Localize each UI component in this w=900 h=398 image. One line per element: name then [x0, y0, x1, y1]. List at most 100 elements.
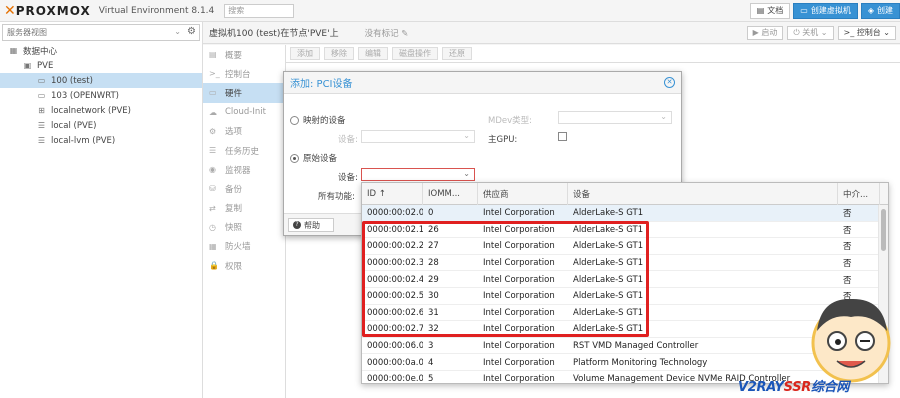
primary-gpu-checkbox[interactable]	[558, 132, 567, 141]
remove-button[interactable]: 移除	[324, 47, 354, 60]
view-selector-label: 服务器视图	[7, 28, 47, 37]
table-cell: 否	[843, 275, 852, 286]
watermark-prefix: V2RAY	[738, 380, 784, 395]
tree-item[interactable]: ▭ 103 (OPENWRT)	[0, 88, 202, 103]
menu-item[interactable]: ☰ 任务历史	[203, 141, 285, 160]
replication-icon: ⇄	[209, 203, 216, 213]
column-header[interactable]: 供应商	[478, 183, 568, 205]
top-bar: ✕ PROXMOX Virtual Environment 8.1.4 搜索 ▤…	[0, 0, 900, 22]
table-cell: 0000:00:0a.0	[367, 357, 423, 368]
shutdown-label: 关机	[802, 28, 819, 37]
tree-item-label: 100 (test)	[51, 75, 93, 86]
column-header[interactable]: IOMM...	[423, 183, 478, 205]
menu-item[interactable]: ▤ 概要	[203, 45, 285, 64]
grid-header: ID ↑ IOMM... 供应商 设备 中介...	[362, 183, 888, 205]
menu-item-label: 选项	[225, 127, 243, 138]
menu-item[interactable]: 🔒 权限	[203, 256, 285, 275]
close-icon[interactable]: ✕	[664, 77, 675, 88]
table-row[interactable]: 0000:00:02.0 0 Intel Corporation AlderLake-…	[362, 205, 888, 222]
raw-device-radio[interactable]: 原始设备	[290, 152, 337, 164]
create-ct-button[interactable]: ◈ 创建	[860, 3, 900, 19]
create-ct-label: 创建	[877, 6, 893, 15]
tree-item[interactable]: ▭ 100 (test)	[0, 73, 202, 88]
mapped-device-label: 映射的设备	[303, 116, 346, 126]
network-icon: ⊞	[38, 106, 45, 115]
menu-item[interactable]: >_ 控制台	[203, 64, 285, 83]
options-icon: ⚙	[209, 126, 217, 136]
summary-icon: ▤	[209, 50, 217, 60]
add-button[interactable]: 添加	[290, 47, 320, 60]
dialog-title: 添加: PCI设备	[284, 72, 681, 94]
tree-item[interactable]: ▦ 数据中心	[0, 43, 202, 58]
logo-text: PROXMOX	[15, 3, 91, 18]
tree-item-label: local-lvm (PVE)	[51, 135, 116, 146]
no-tags-label[interactable]: 没有标记 ✎	[365, 27, 409, 39]
no-tags-text: 没有标记	[364, 28, 399, 39]
menu-item[interactable]: ▭ 硬件	[203, 83, 285, 103]
disk-action-button[interactable]: 磁盘操作	[392, 47, 438, 60]
table-cell: Intel Corporation	[483, 341, 555, 352]
monitor-icon: ▭	[800, 6, 808, 15]
tree-item[interactable]: ⊞ localnetwork (PVE)	[0, 103, 202, 118]
storage-icon: ☰	[37, 121, 46, 130]
shutdown-button[interactable]: ⏻ 关机 ⌄	[787, 26, 834, 40]
console-icon: >_	[209, 69, 220, 79]
view-selector[interactable]: 服务器视图 ⌄ ⚙	[2, 24, 200, 41]
docs-label: 文档	[767, 6, 784, 15]
help-label: 帮助	[304, 220, 320, 230]
mapped-device-radio[interactable]: 映射的设备	[290, 114, 346, 126]
menu-item[interactable]: ▦ 防火墙	[203, 237, 285, 256]
console-button[interactable]: >_ 控制台 ⌄	[837, 26, 896, 40]
pencil-icon: ✎	[401, 28, 409, 39]
create-vm-label: 创建虚拟机	[810, 6, 851, 15]
menu-item[interactable]: ⚙ 选项	[203, 122, 285, 141]
mapped-device-select[interactable]: ⌄	[361, 130, 475, 143]
menu-item-label: 复制	[225, 204, 243, 215]
column-header[interactable]: 设备	[568, 183, 838, 205]
scrollbar-thumb[interactable]	[881, 209, 886, 251]
column-header[interactable]: ID ↑	[362, 183, 423, 205]
search-input[interactable]: 搜索	[224, 3, 295, 18]
raw-device-field-label: 设备:	[338, 173, 358, 183]
menu-item-label: 监视器	[225, 165, 251, 176]
menu-item[interactable]: ⛁ 备份	[203, 179, 285, 198]
create-vm-button[interactable]: ▭ 创建虚拟机	[793, 3, 858, 19]
proxmox-logo: ✕ PROXMOX	[4, 3, 91, 19]
table-cell: 5	[428, 374, 434, 384]
table-cell: 否	[843, 209, 852, 220]
gear-icon[interactable]: ⚙	[187, 26, 196, 37]
table-cell: 否	[843, 225, 852, 236]
chevron-down-icon: ⌄	[463, 169, 470, 178]
table-cell: 0000:00:02.0	[367, 208, 423, 219]
table-cell: Intel Corporation	[483, 374, 555, 384]
revert-button[interactable]: 还原	[442, 47, 472, 60]
terminal-icon: >_	[843, 28, 855, 37]
monitor-icon: ◉	[209, 165, 216, 175]
chevron-down-icon: ⌄	[463, 131, 470, 140]
menu-item[interactable]: ◷ 快照	[203, 218, 285, 237]
column-header[interactable]: 中介...	[838, 183, 880, 205]
table-cell: 3	[428, 341, 434, 352]
tree-item[interactable]: ☰ local (PVE)	[0, 118, 202, 133]
mdev-type-select[interactable]: ⌄	[558, 111, 672, 124]
vm-icon: ▭	[37, 76, 46, 85]
docs-button[interactable]: ▤ 文档	[749, 3, 791, 19]
permissions-icon: 🔒	[209, 261, 219, 271]
menu-item[interactable]: ⇄ 复制	[203, 199, 285, 218]
tree-item[interactable]: ▣ PVE	[0, 58, 202, 73]
start-button[interactable]: ▶ 启动	[746, 26, 784, 40]
hardware-toolbar: 添加 移除 编辑 磁盘操作 还原	[286, 45, 900, 63]
help-button[interactable]: ? 帮助	[288, 218, 334, 232]
table-cell: Intel Corporation	[483, 357, 555, 368]
tree-item[interactable]: ☰ local-lvm (PVE)	[0, 133, 202, 148]
vm-header: 虚拟机100 (test)在节点'PVE'上 没有标记 ✎ ▶ 启动 ⏻ 关机 …	[203, 22, 900, 44]
raw-device-select[interactable]: ⌄	[361, 168, 475, 181]
cloud-icon: ☁	[209, 107, 217, 117]
backup-icon: ⛁	[209, 184, 216, 194]
chevron-down-icon: ⌄	[660, 112, 667, 121]
edit-button[interactable]: 编辑	[358, 47, 388, 60]
table-cell: 否	[843, 242, 852, 253]
menu-item[interactable]: ☁ Cloud-Init	[203, 103, 285, 122]
menu-item[interactable]: ◉ 监视器	[203, 160, 285, 179]
table-cell: 0000:00:06.0	[367, 341, 423, 352]
